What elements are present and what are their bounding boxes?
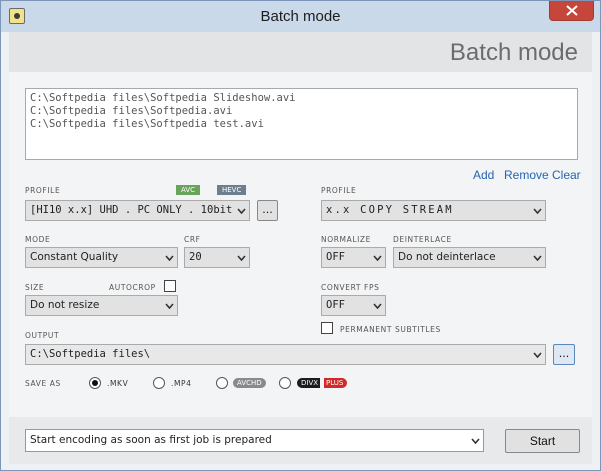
autocrop-checkbox[interactable] xyxy=(164,280,176,292)
start-button[interactable]: Start xyxy=(505,429,580,453)
chevron-down-icon xyxy=(533,255,542,261)
convert-fps-value: OFF xyxy=(326,299,345,311)
convert-fps-select[interactable]: OFF xyxy=(321,295,386,316)
avc-badge: AVC xyxy=(176,185,201,195)
browse-output-button[interactable]: ... xyxy=(553,344,575,365)
file-list-item[interactable]: C:\Softpedia files\Softpedia.avi xyxy=(30,105,573,118)
mode-label: MODE xyxy=(25,235,51,244)
remove-link[interactable]: Remove xyxy=(504,168,549,182)
chevron-down-icon xyxy=(533,352,542,358)
avchd-pill: AVCHD xyxy=(233,378,266,388)
save-as-label: SAVE AS xyxy=(25,379,61,388)
normalize-value: OFF xyxy=(326,251,345,263)
crf-select[interactable]: 20 xyxy=(184,247,250,268)
save-as-mp4-label: .MP4 xyxy=(171,379,192,388)
output-path-select[interactable]: C:\Softpedia files\ xyxy=(25,344,546,365)
crf-value: 20 xyxy=(189,251,202,263)
chevron-down-icon xyxy=(237,208,246,214)
mode-value: Constant Quality xyxy=(30,251,119,263)
divx-pill: DIVX xyxy=(297,378,321,388)
save-as-mp4-radio[interactable] xyxy=(153,377,165,389)
file-list-item[interactable]: C:\Softpedia files\Softpedia test.avi xyxy=(30,118,573,131)
batch-mode-window: Batch mode Batch mode C:\Softpedia files… xyxy=(0,0,601,471)
main-content: Batch mode C:\Softpedia files\Softpedia … xyxy=(9,32,592,464)
deinterlace-label: DEINTERLACE xyxy=(393,235,452,244)
save-as-mkv-label: .MKV xyxy=(107,379,129,388)
video-profile-value: [HI10 x.x] UHD . PC ONLY . 10bit xyxy=(30,204,233,216)
autocrop-label: AUTOCROP xyxy=(109,283,156,292)
deinterlace-select[interactable]: Do not deinterlace xyxy=(393,247,546,268)
file-list[interactable]: C:\Softpedia files\Softpedia Slideshow.a… xyxy=(25,88,578,160)
output-label: OUTPUT xyxy=(25,331,60,340)
save-as-avchd-radio[interactable] xyxy=(216,377,228,389)
save-as-mkv-radio[interactable] xyxy=(89,377,101,389)
normalize-label: NORMALIZE xyxy=(321,235,371,244)
size-label: SIZE xyxy=(25,283,45,292)
start-mode-value: Start encoding as soon as first job is p… xyxy=(30,434,272,446)
audio-profile-select[interactable]: x.x COPY STREAM xyxy=(321,200,546,221)
close-icon xyxy=(566,5,578,16)
page-title: Batch mode xyxy=(449,39,578,66)
chevron-down-icon xyxy=(373,303,382,309)
clear-link[interactable]: Clear xyxy=(552,168,581,182)
chevron-down-icon xyxy=(373,255,382,261)
size-select[interactable]: Do not resize xyxy=(25,295,178,316)
chevron-down-icon xyxy=(165,303,174,309)
header-band: Batch mode xyxy=(9,32,592,72)
permanent-subtitles-label: PERMANENT SUBTITLES xyxy=(340,325,441,334)
title-bar[interactable]: Batch mode xyxy=(1,1,600,32)
close-button[interactable] xyxy=(549,1,594,21)
save-as-divx-radio[interactable] xyxy=(279,377,291,389)
chevron-down-icon xyxy=(237,255,246,261)
audio-profile-label: PROFILE xyxy=(321,186,357,195)
mode-select[interactable]: Constant Quality xyxy=(25,247,178,268)
chevron-down-icon xyxy=(165,255,174,261)
output-path-value: C:\Softpedia files\ xyxy=(30,348,151,360)
chevron-down-icon xyxy=(471,438,480,444)
permanent-subtitles-checkbox[interactable] xyxy=(321,322,333,334)
plus-pill: PLUS xyxy=(324,378,348,388)
hevc-badge: HEVC xyxy=(217,185,247,195)
crf-label: CRF xyxy=(184,235,201,244)
file-list-item[interactable]: C:\Softpedia files\Softpedia Slideshow.a… xyxy=(30,92,573,105)
deinterlace-value: Do not deinterlace xyxy=(398,251,496,263)
add-link[interactable]: Add xyxy=(473,168,494,182)
convert-fps-label: CONVERT FPS xyxy=(321,283,380,292)
video-profile-label: PROFILE xyxy=(25,186,61,195)
chevron-down-icon xyxy=(533,208,542,214)
video-profile-select[interactable]: [HI10 x.x] UHD . PC ONLY . 10bit xyxy=(25,200,250,221)
normalize-select[interactable]: OFF xyxy=(321,247,386,268)
audio-profile-value: x.x COPY STREAM xyxy=(326,204,454,216)
video-profile-options-button[interactable]: ... xyxy=(257,200,278,221)
size-value: Do not resize xyxy=(30,299,100,311)
start-mode-select[interactable]: Start encoding as soon as first job is p… xyxy=(25,429,484,452)
window-title: Batch mode xyxy=(260,8,341,25)
